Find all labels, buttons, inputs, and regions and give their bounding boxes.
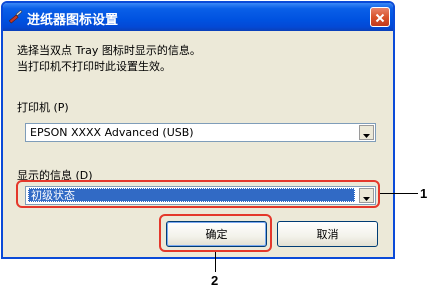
highlight-box-ok-button: [159, 214, 272, 252]
printer-select[interactable]: EPSON XXXX Advanced (USB): [25, 123, 376, 142]
screenshot-stage: 进纸器图标设置 选择当双点 Tray 图标时显示的信息。 当打印机不打印时此设置…: [0, 0, 430, 290]
printer-dropdown-button[interactable]: [359, 125, 374, 140]
description-line-1: 选择当双点 Tray 图标时显示的信息。: [17, 44, 201, 57]
close-button[interactable]: [370, 7, 390, 27]
cancel-button[interactable]: 取消: [277, 221, 378, 247]
chevron-down-icon: [363, 123, 370, 142]
title-bar[interactable]: 进纸器图标设置: [3, 3, 393, 31]
close-icon: [375, 8, 385, 27]
printer-select-value: EPSON XXXX Advanced (USB): [30, 126, 194, 139]
wrench-icon: [8, 9, 24, 25]
callout-number-1: 1: [420, 186, 428, 201]
printer-label: 打印机 (P): [17, 101, 69, 114]
window-title: 进纸器图标设置: [27, 13, 119, 28]
callout-number-2: 2: [211, 273, 219, 288]
description-line-2: 当打印机不打印时此设置生效。: [17, 60, 171, 73]
highlight-box-info-select: [16, 180, 380, 208]
callout-line-2: [215, 252, 216, 272]
callout-line-1: [380, 193, 418, 194]
description-text: 选择当双点 Tray 图标时显示的信息。 当打印机不打印时此设置生效。: [17, 43, 201, 75]
